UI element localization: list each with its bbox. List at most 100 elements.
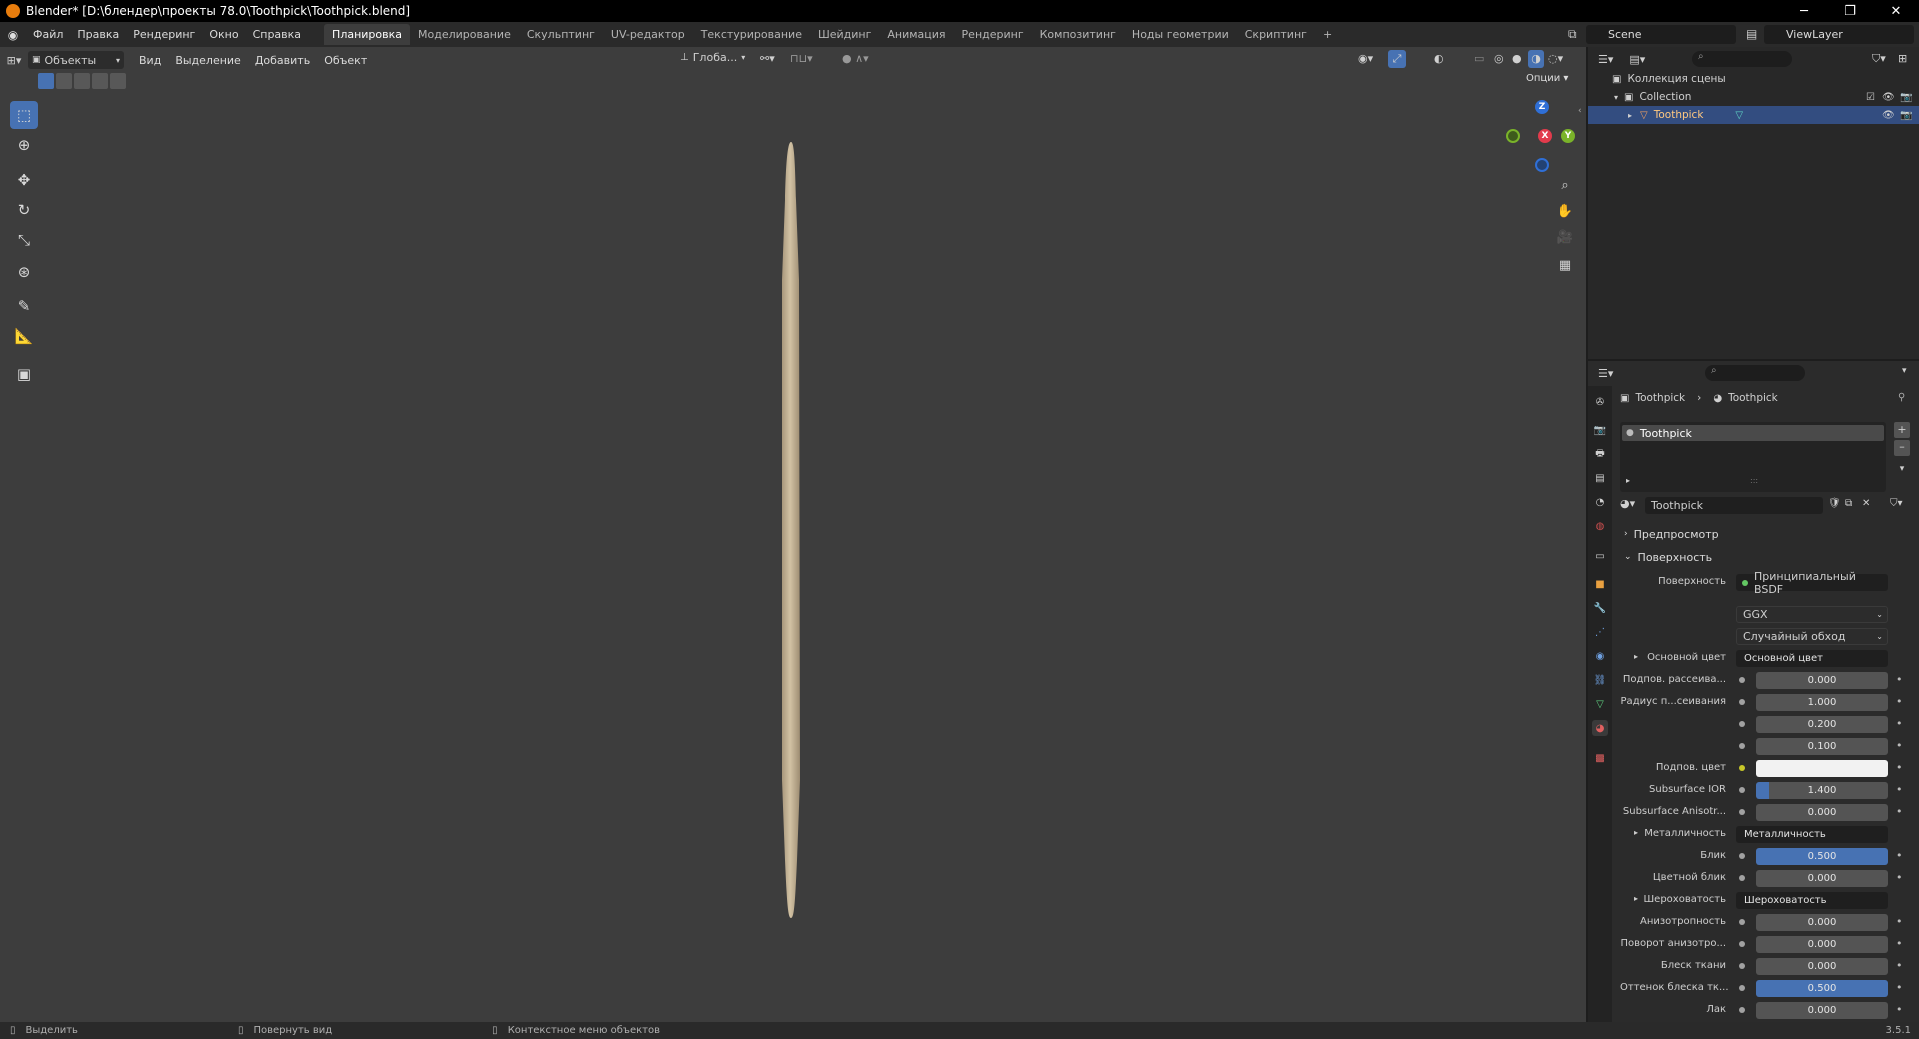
socket-icon[interactable] [1739, 985, 1745, 991]
transform-orientation[interactable]: ⊥ Глоба... ▾ [680, 51, 745, 64]
material-name-field[interactable]: Toothpick [1645, 497, 1823, 514]
subsurface-method-dropdown[interactable]: Случайный обход ⌄ [1736, 628, 1888, 645]
keyframe-dot-icon[interactable]: • [1896, 761, 1903, 774]
measure-tool-icon[interactable]: 📐 [10, 322, 38, 350]
socket-icon[interactable] [1739, 1007, 1745, 1013]
blender-menu-icon[interactable]: ◉ [0, 28, 26, 42]
tab-uv-editing[interactable]: UV-редактор [603, 24, 693, 45]
tab-sculpting[interactable]: Скульптинг [519, 24, 603, 45]
tool-tab-icon[interactable]: ✇ [1592, 394, 1608, 410]
gizmo-z-axis[interactable]: Z [1535, 100, 1549, 114]
object-tab-icon[interactable]: ■ [1592, 576, 1608, 592]
scene-tab-icon[interactable]: ◔ [1592, 494, 1608, 510]
bsdf-link-field[interactable]: Шероховатость [1736, 892, 1888, 909]
fake-user-icon[interactable]: 🛡 [1828, 498, 1841, 509]
socket-icon[interactable] [1739, 721, 1745, 727]
bsdf-value-field[interactable]: 0.000 [1756, 958, 1888, 975]
data-tab-icon[interactable]: ▽ [1592, 696, 1608, 712]
camera-icon[interactable]: 🎥 [1554, 226, 1576, 248]
surface-panel-header[interactable]: ⌄ Поверхность [1622, 547, 1911, 567]
select-intersect-icon[interactable] [110, 73, 126, 89]
keyframe-dot-icon[interactable]: • [1896, 849, 1903, 862]
move-tool-icon[interactable]: ✥ [10, 166, 38, 194]
keyframe-dot-icon[interactable]: • [1896, 871, 1903, 884]
sidebar-toggle-icon[interactable]: ‹ [1578, 106, 1582, 116]
select-new-icon[interactable] [38, 73, 54, 89]
socket-icon[interactable] [1739, 787, 1745, 793]
bsdf-value-field[interactable]: 0.000 [1756, 1002, 1888, 1019]
shading-rendered-icon[interactable]: ◌▾ [1548, 52, 1563, 65]
editor-type-icon[interactable]: ☰▾ [1598, 53, 1613, 66]
physics-tab-icon[interactable]: ◉ [1592, 648, 1608, 664]
link-mode-icon[interactable]: ⛉▾ [1890, 498, 1903, 509]
select-box-tool-icon[interactable]: ⬚ [10, 101, 38, 129]
select-extend-icon[interactable] [56, 73, 72, 89]
annotate-tool-icon[interactable]: ✎ [10, 292, 38, 320]
viewlayer-selector[interactable]: ViewLayer [1764, 25, 1914, 44]
menu-file[interactable]: Файл [26, 28, 70, 41]
snap-icon[interactable]: ⊓⊔▾ [790, 52, 813, 65]
unlink-material-icon[interactable]: ✕ [1862, 498, 1870, 509]
bsdf-value-field[interactable]: 1.400 [1756, 782, 1888, 799]
bsdf-link-field[interactable]: Основной цвет [1736, 650, 1888, 667]
socket-icon[interactable] [1739, 743, 1745, 749]
viewport-menu-add[interactable]: Добавить [248, 54, 317, 67]
gizmo-toggle-icon[interactable]: ⤢ [1388, 50, 1406, 68]
bsdf-value-field[interactable]: 0.000 [1756, 870, 1888, 887]
collapse-arrow-icon[interactable]: ▾ [1614, 93, 1618, 102]
perspective-grid-icon[interactable]: ▦ [1554, 254, 1576, 276]
bsdf-value-field[interactable]: 0.000 [1756, 936, 1888, 953]
keyframe-dot-icon[interactable]: • [1896, 717, 1903, 730]
chevron-down-icon[interactable]: ▾ [1902, 366, 1907, 376]
bsdf-value-field[interactable]: 0.100 [1756, 738, 1888, 755]
socket-icon[interactable] [1739, 919, 1745, 925]
bsdf-value-field[interactable]: 0.000 [1756, 804, 1888, 821]
add-workspace-button[interactable]: + [1315, 24, 1340, 45]
editor-type-icon[interactable]: ⊞▾ [0, 54, 28, 67]
gizmo-neg-y-axis[interactable] [1506, 129, 1520, 143]
close-button[interactable]: ✕ [1873, 0, 1919, 22]
keyframe-dot-icon[interactable]: • [1896, 915, 1903, 928]
mesh-data-icon[interactable]: ▽ [1735, 110, 1743, 121]
socket-icon[interactable] [1739, 941, 1745, 947]
select-invert-icon[interactable] [92, 73, 108, 89]
minimize-button[interactable]: ─ [1781, 0, 1827, 22]
overlays-icon[interactable]: ◐ [1434, 52, 1444, 65]
viewport-menu-view[interactable]: Вид [132, 54, 168, 67]
viewport-menu-object[interactable]: Объект [317, 54, 374, 67]
slot-menu-button[interactable]: ▾ [1894, 464, 1910, 480]
tab-compositing[interactable]: Композитинг [1032, 24, 1124, 45]
proportional-editing-icon[interactable]: ● ∧▾ [842, 52, 869, 65]
menu-edit[interactable]: Правка [70, 28, 126, 41]
mode-selector[interactable]: ▣ Объекты ▾ [28, 51, 124, 69]
gizmo-y-axis[interactable]: Y [1561, 129, 1575, 143]
texture-tab-icon[interactable]: ▩ [1592, 750, 1608, 766]
material-tab-icon[interactable]: ◕ [1592, 720, 1608, 736]
socket-icon[interactable] [1739, 963, 1745, 969]
display-mode-icon[interactable]: ▤▾ [1629, 53, 1645, 66]
rotate-tool-icon[interactable]: ↻ [10, 196, 38, 224]
material-browse-icon[interactable]: ◕▾ [1620, 497, 1635, 510]
socket-icon[interactable] [1739, 677, 1745, 683]
bsdf-value-slider[interactable]: 0.500 [1756, 980, 1888, 997]
gizmo-neg-z-axis[interactable] [1535, 158, 1549, 172]
keyframe-dot-icon[interactable]: • [1896, 937, 1903, 950]
eye-icon[interactable]: 👁 [1882, 92, 1895, 103]
options-button[interactable]: Опции ▾ [1526, 73, 1568, 84]
socket-icon[interactable] [1739, 765, 1745, 771]
surface-shader-field[interactable]: Принципиальный BSDF [1736, 570, 1888, 596]
constraints-tab-icon[interactable]: ⛓ [1592, 672, 1608, 688]
remove-slot-button[interactable]: – [1894, 440, 1910, 456]
keyframe-dot-icon[interactable]: • [1896, 981, 1903, 994]
outliner-search-input[interactable]: ⌕ [1692, 51, 1792, 67]
keyframe-dot-icon[interactable]: • [1896, 783, 1903, 796]
tab-rendering[interactable]: Рендеринг [954, 24, 1032, 45]
tab-modeling[interactable]: Моделирование [410, 24, 519, 45]
bsdf-link-field[interactable]: Металличность [1736, 826, 1888, 843]
bsdf-value-slider[interactable]: 0.500 [1756, 848, 1888, 865]
distribution-dropdown[interactable]: GGX ⌄ [1736, 606, 1888, 623]
properties-search-input[interactable]: ⌕ [1705, 365, 1805, 381]
output-tab-icon[interactable]: 🖶 [1592, 446, 1608, 462]
material-slot-item[interactable]: ● Toothpick [1622, 425, 1884, 441]
shading-wireframe-icon[interactable]: ◎ [1494, 52, 1504, 65]
